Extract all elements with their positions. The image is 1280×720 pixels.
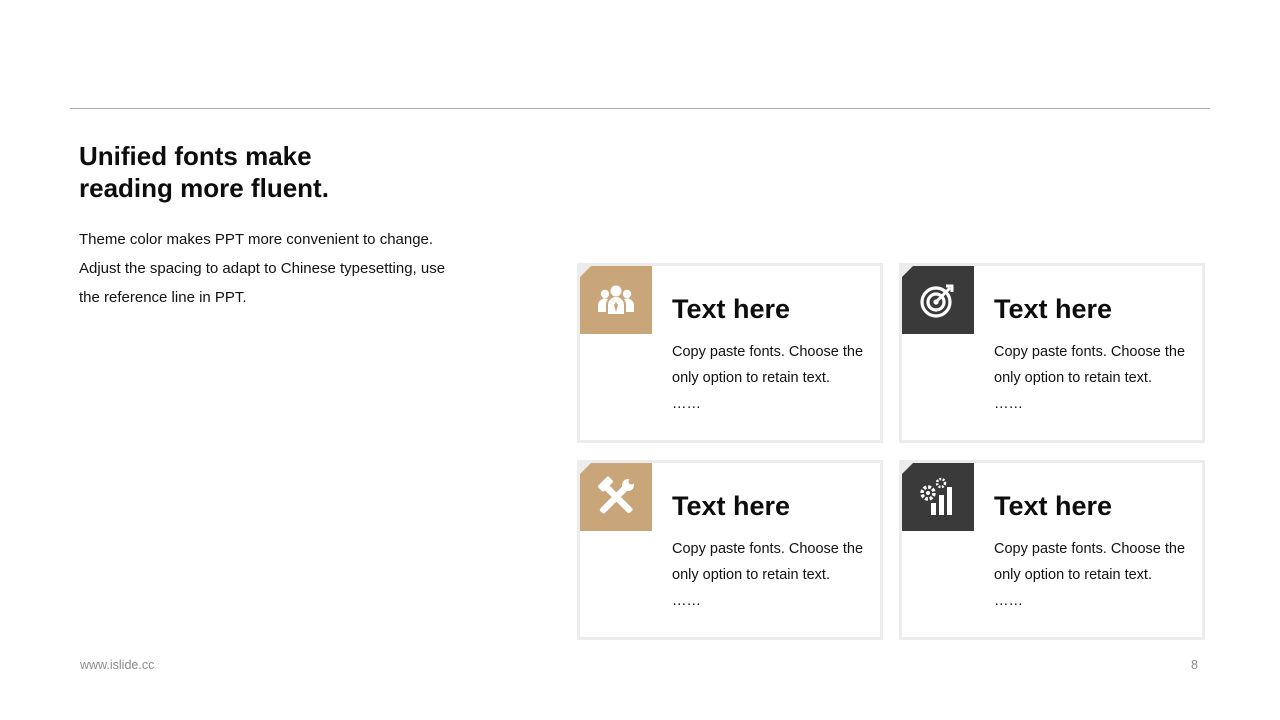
intro-paragraph: Theme color makes PPT more convenient to…	[79, 225, 499, 312]
footer-website-link[interactable]: www.islide.cc	[80, 658, 154, 672]
card-text-line-1: Copy paste fonts. Choose the	[994, 541, 1186, 557]
card-text-line-2: only option to retain text.	[672, 370, 830, 386]
feature-card-2: Text here Copy paste fonts. Choose the o…	[899, 263, 1205, 443]
slide-title-line-2: reading more fluent.	[79, 173, 329, 203]
target-icon	[902, 266, 974, 334]
card-title: Text here	[672, 294, 791, 324]
card-title: Text here	[994, 294, 1113, 324]
card-description: Copy paste fonts. Choose the only option…	[672, 339, 872, 417]
feature-card-4: Text here Copy paste fonts. Choose the o…	[899, 460, 1205, 640]
card-text-ellipsis: ……	[672, 593, 701, 609]
card-text-line-1: Copy paste fonts. Choose the	[672, 541, 864, 557]
growth-chart-icon	[902, 463, 974, 531]
card-text-ellipsis: ……	[994, 593, 1023, 609]
card-text-line-2: only option to retain text.	[994, 370, 1152, 386]
card-description: Copy paste fonts. Choose the only option…	[994, 339, 1194, 417]
feature-card-1: Text here Copy paste fonts. Choose the o…	[577, 263, 883, 443]
feature-card-3: Text here Copy paste fonts. Choose the o…	[577, 460, 883, 640]
tools-icon	[580, 463, 652, 531]
team-icon	[580, 266, 652, 334]
card-description: Copy paste fonts. Choose the only option…	[672, 536, 872, 614]
card-title: Text here	[672, 491, 791, 521]
card-description: Copy paste fonts. Choose the only option…	[994, 536, 1194, 614]
intro-line-3: the reference line in PPT.	[79, 289, 247, 306]
slide-title-line-1: Unified fonts make	[79, 141, 312, 171]
card-title: Text here	[994, 491, 1113, 521]
intro-line-2: Adjust the spacing to adapt to Chinese t…	[79, 260, 446, 277]
card-text-line-2: only option to retain text.	[672, 567, 830, 583]
page-number: 8	[1191, 658, 1198, 672]
card-text-line-2: only option to retain text.	[994, 567, 1152, 583]
card-text-line-1: Copy paste fonts. Choose the	[672, 344, 864, 360]
card-text-line-1: Copy paste fonts. Choose the	[994, 344, 1186, 360]
card-text-ellipsis: ……	[672, 396, 701, 412]
header-divider	[70, 108, 1210, 109]
intro-line-1: Theme color makes PPT more convenient to…	[79, 231, 434, 248]
slide-title: Unified fonts make reading more fluent.	[79, 140, 439, 204]
card-text-ellipsis: ……	[994, 396, 1023, 412]
